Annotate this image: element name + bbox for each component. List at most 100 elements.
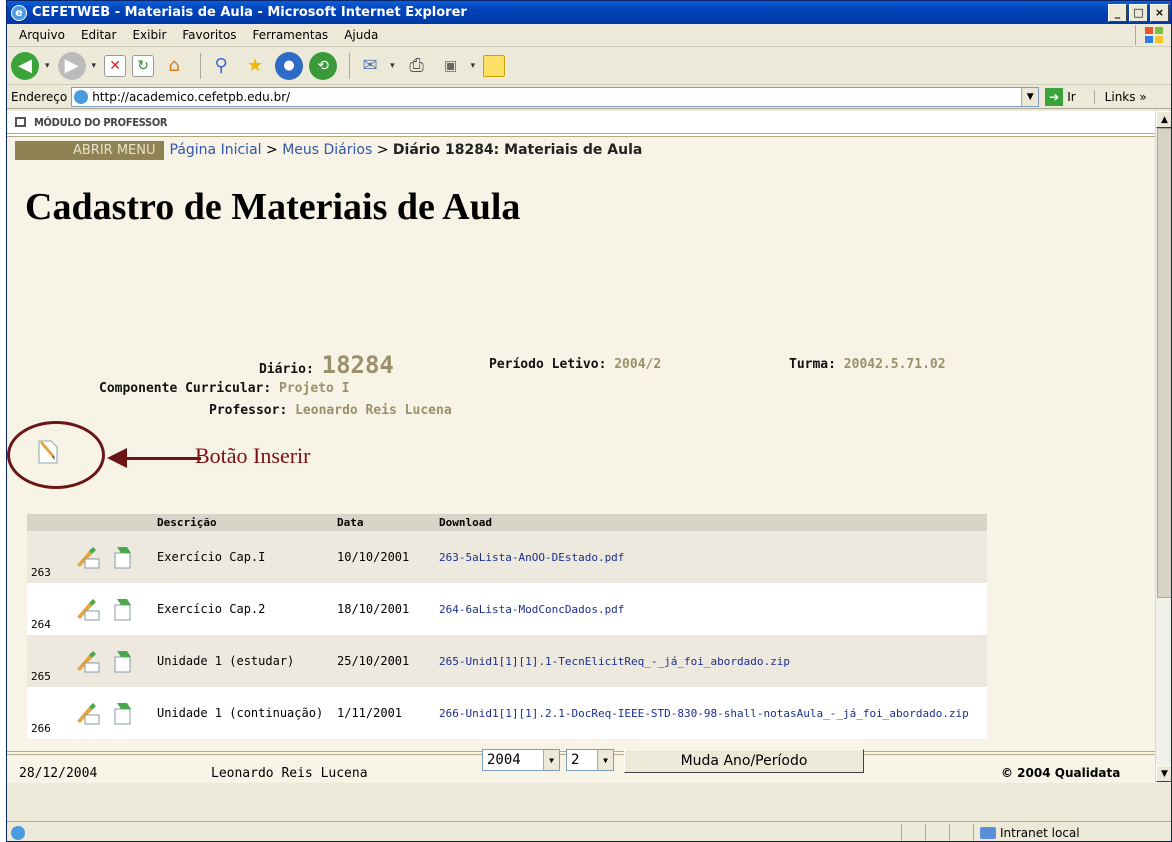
- status-page-icon: [11, 825, 25, 840]
- edit-icon[interactable]: [75, 545, 101, 569]
- stop-icon[interactable]: ✕: [104, 54, 127, 77]
- menu-editar[interactable]: Editar: [73, 28, 125, 42]
- change-period-button[interactable]: Muda Ano/Período: [624, 749, 864, 773]
- edit-dropdown-icon[interactable]: ▾: [471, 61, 476, 71]
- history-icon[interactable]: ⟲: [309, 51, 338, 80]
- footer: 28/12/2004 Leonardo Reis Lucena 2004 ▼ 2…: [7, 749, 1155, 783]
- breadcrumb-separator: >: [261, 142, 283, 158]
- status-bar: Intranet local: [7, 821, 1171, 841]
- menu-bar: Arquivo Editar Exibir Favoritos Ferramen…: [7, 24, 1171, 47]
- diario-info: Diário: 18284: [259, 351, 394, 379]
- address-input[interactable]: http://academico.cefetpb.edu.br/ ▼: [71, 86, 1040, 107]
- browser-window: e CEFETWEB - Materiais de Aula - Microso…: [6, 0, 1172, 842]
- turma-value: 20042.5.71.02: [843, 357, 946, 372]
- row-date: 1/11/2001: [333, 687, 435, 739]
- periodo-value: 2004/2: [614, 357, 662, 372]
- ie-icon: e: [11, 4, 27, 21]
- scroll-down-icon[interactable]: ▼: [1156, 765, 1171, 782]
- menu-ajuda[interactable]: Ajuda: [336, 28, 386, 42]
- breadcrumb-home[interactable]: Página Inicial: [170, 142, 262, 158]
- periodo-label: Período Letivo:: [489, 357, 607, 372]
- row-description: Exercício Cap.2: [153, 583, 333, 635]
- open-menu-button[interactable]: ABRIR MENU: [15, 140, 164, 160]
- menu-exibir[interactable]: Exibir: [124, 28, 174, 42]
- zone-panel: Intranet local: [973, 823, 1171, 841]
- table-header-row: Descrição Data Download: [27, 514, 987, 531]
- breadcrumb: ABRIR MENU Página Inicial > Meus Diários…: [7, 139, 1155, 161]
- close-button[interactable]: ×: [1150, 3, 1169, 22]
- module-icon: [15, 117, 26, 127]
- download-link[interactable]: 266-Unid1[1][1].2.1-DocReq-IEEE-STD-830-…: [439, 707, 969, 720]
- download-link[interactable]: 263-5aLista-AnOO-DEstado.pdf: [439, 551, 624, 564]
- print-icon[interactable]: ⎙: [403, 52, 431, 80]
- row-date: 25/10/2001: [333, 635, 435, 687]
- search-icon[interactable]: ⚲: [207, 52, 235, 80]
- period-select-value: 2: [571, 752, 580, 768]
- diario-value: 18284: [321, 351, 394, 379]
- menu-favoritos[interactable]: Favoritos: [174, 28, 244, 42]
- breadcrumb-diarios[interactable]: Meus Diários: [282, 142, 372, 158]
- row-description: Unidade 1 (continuação): [153, 687, 333, 739]
- professor-info: Professor: Leonardo Reis Lucena: [209, 403, 452, 418]
- intranet-icon: [980, 826, 996, 839]
- delete-icon[interactable]: [111, 649, 137, 673]
- back-dropdown-icon[interactable]: ▾: [45, 61, 50, 71]
- forward-dropdown-icon[interactable]: ▾: [92, 61, 97, 71]
- status-panel: [901, 823, 925, 841]
- vertical-scrollbar[interactable]: ▲ ▼: [1155, 111, 1171, 783]
- scroll-thumb[interactable]: [1157, 128, 1171, 598]
- media-icon[interactable]: ●: [275, 51, 304, 80]
- table-row: 263 Exercício Cap.I 10/10/2001 263-5aLista-…: [27, 531, 987, 583]
- table-row: 266 Unidade 1 (continuação) 1/11/2001 266-U…: [27, 687, 987, 739]
- mail-dropdown-icon[interactable]: ▾: [390, 61, 395, 71]
- refresh-icon[interactable]: ↻: [132, 54, 155, 77]
- menu-arquivo[interactable]: Arquivo: [11, 28, 73, 42]
- period-dropdown-icon[interactable]: ▼: [597, 750, 613, 770]
- periodo-info: Período Letivo: 2004/2: [489, 357, 661, 372]
- delete-icon[interactable]: [111, 701, 137, 725]
- page-title: Cadastro de Materiais de Aula: [25, 186, 521, 228]
- mail-icon[interactable]: ✉: [356, 52, 384, 80]
- period-select[interactable]: 2 ▼: [566, 749, 614, 771]
- edit-icon[interactable]: [75, 701, 101, 725]
- forward-icon[interactable]: ▶: [57, 51, 86, 80]
- go-arrow-icon: ➔: [1045, 87, 1064, 106]
- notes-icon[interactable]: [483, 54, 506, 77]
- download-link[interactable]: 264-6aLista-ModConcDados.pdf: [439, 603, 624, 616]
- copyright: © 2004 Qualidata: [1001, 766, 1121, 780]
- address-url: http://academico.cefetpb.edu.br/: [92, 89, 291, 104]
- edit-icon[interactable]: [75, 597, 101, 621]
- page-content: MÓDULO DO PROFESSOR ABRIR MENU Página In…: [7, 111, 1155, 783]
- title-bar: e CEFETWEB - Materiais de Aula - Microso…: [7, 1, 1171, 24]
- home-icon[interactable]: ⌂: [160, 52, 188, 80]
- delete-icon[interactable]: [111, 545, 137, 569]
- menu-ferramentas[interactable]: Ferramentas: [245, 28, 337, 42]
- windows-logo-icon: [1135, 25, 1171, 45]
- back-icon[interactable]: ◀: [11, 51, 39, 80]
- go-button[interactable]: ➔ Ir: [1045, 87, 1076, 106]
- insert-button[interactable]: [37, 439, 59, 465]
- standard-toolbar: ◀ ▾ ▶ ▾ ✕ ↻ ⌂ ⚲ ★ ● ⟲ ✉ ▾ ⎙ ▣ ▾: [7, 47, 1171, 85]
- scroll-up-icon[interactable]: ▲: [1156, 111, 1171, 128]
- year-select[interactable]: 2004 ▼: [482, 749, 560, 771]
- module-bar: MÓDULO DO PROFESSOR: [7, 111, 1155, 137]
- download-link[interactable]: 265-Unid1[1][1].1-TecnElicitReq_-_já_foi…: [439, 655, 790, 668]
- row-download: 264-6aLista-ModConcDados.pdf: [435, 583, 987, 635]
- edit-icon[interactable]: ▣: [437, 52, 465, 80]
- minimize-button[interactable]: _: [1108, 3, 1127, 22]
- module-title: MÓDULO DO PROFESSOR: [34, 115, 168, 129]
- table-header-download: Download: [435, 514, 987, 531]
- links-button[interactable]: Links »: [1093, 89, 1147, 104]
- edit-icon[interactable]: [75, 649, 101, 673]
- row-id: 266: [27, 687, 71, 739]
- maximize-button[interactable]: □: [1129, 3, 1148, 22]
- status-panel: [949, 823, 973, 841]
- row-download: 266-Unid1[1][1].2.1-DocReq-IEEE-STD-830-…: [435, 687, 987, 739]
- delete-icon[interactable]: [111, 597, 137, 621]
- favorites-star-icon[interactable]: ★: [241, 52, 269, 80]
- professor-value: Leonardo Reis Lucena: [295, 403, 452, 418]
- toolbar-separator: [200, 52, 202, 79]
- year-dropdown-icon[interactable]: ▼: [543, 750, 559, 770]
- table-row: 265 Unidade 1 (estudar) 25/10/2001 265-Unid…: [27, 635, 987, 687]
- address-dropdown-icon[interactable]: ▼: [1021, 87, 1039, 106]
